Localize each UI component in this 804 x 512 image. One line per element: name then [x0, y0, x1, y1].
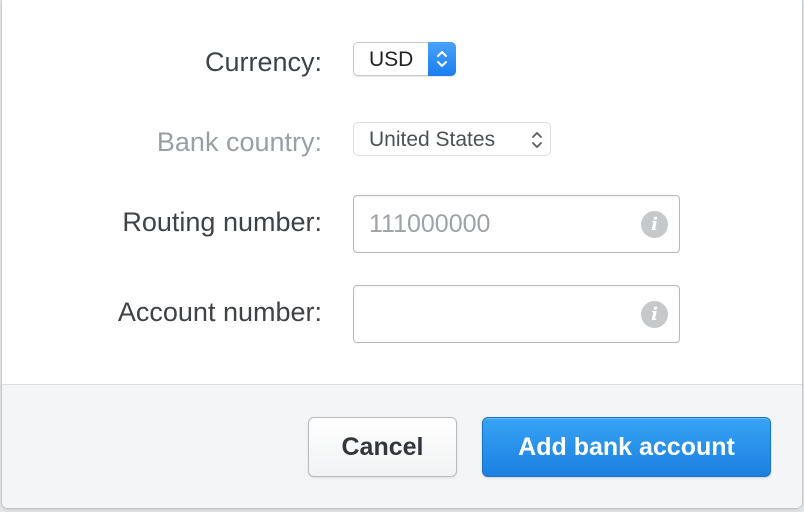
add-bank-account-button[interactable]: Add bank account	[482, 417, 771, 477]
dialog-footer: Cancel Add bank account	[2, 384, 802, 508]
account-number-label: Account number:	[117, 297, 322, 327]
up-down-chevron-icon	[530, 128, 544, 152]
cancel-button[interactable]: Cancel	[308, 417, 457, 477]
info-icon[interactable]: i	[641, 211, 668, 238]
info-icon[interactable]: i	[641, 301, 668, 328]
account-number-input[interactable]	[354, 286, 639, 342]
currency-label: Currency:	[204, 47, 322, 77]
routing-number-label: Routing number:	[122, 207, 322, 237]
routing-number-input[interactable]	[354, 196, 639, 252]
bank-country-label: Bank country:	[156, 127, 322, 157]
bank-country-value: United States	[369, 128, 496, 151]
add-bank-account-dialog: Currency: USD Bank country: United State…	[2, 0, 802, 508]
bank-country-select[interactable]: United States	[353, 122, 551, 156]
account-number-field: i	[353, 285, 680, 343]
currency-select[interactable]: USD	[353, 42, 456, 76]
routing-number-field: i	[353, 195, 680, 253]
currency-value: USD	[369, 48, 414, 71]
up-down-chevron-icon	[428, 42, 456, 76]
